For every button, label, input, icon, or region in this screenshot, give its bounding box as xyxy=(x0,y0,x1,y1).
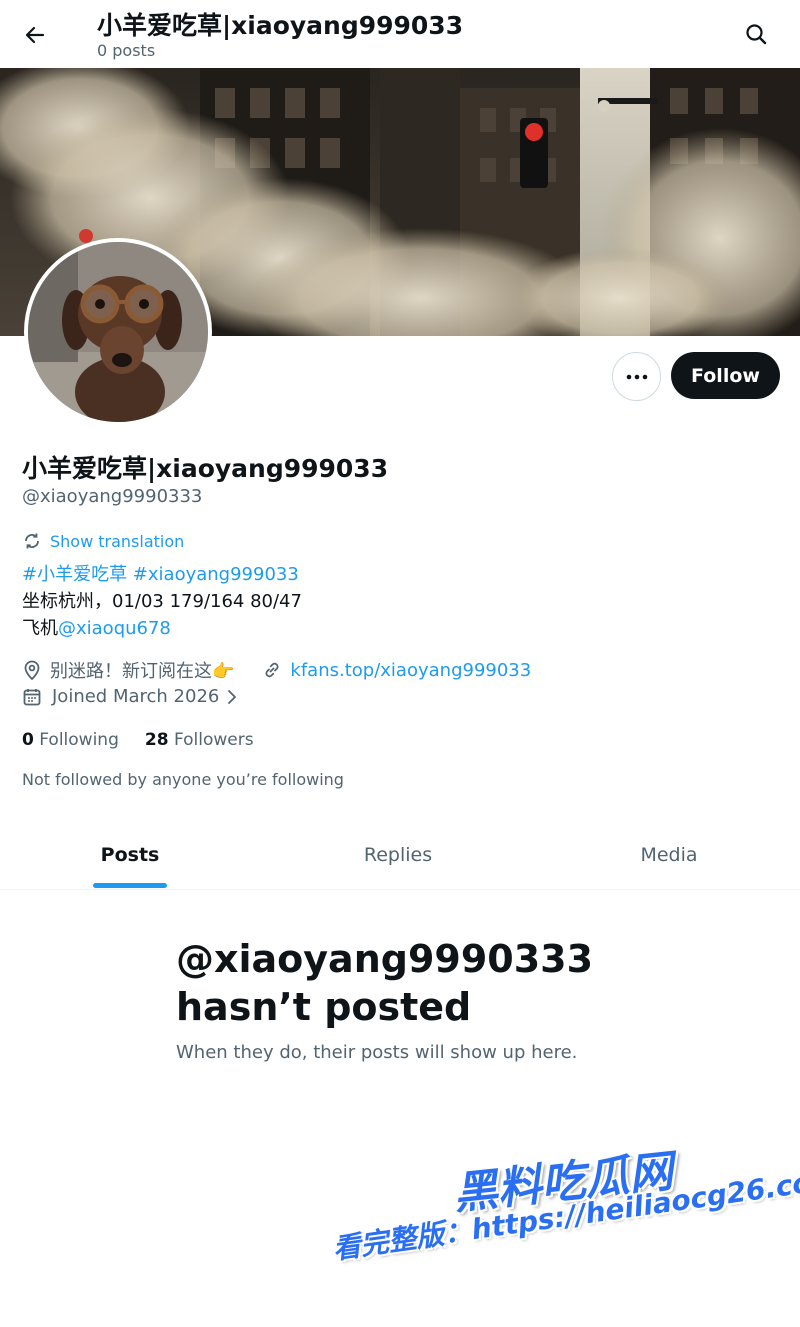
tab-replies[interactable]: Replies xyxy=(268,820,528,889)
avatar[interactable] xyxy=(24,238,212,426)
tab-posts[interactable]: Posts xyxy=(0,820,260,889)
not-followed-note: Not followed by anyone you’re following xyxy=(22,770,344,789)
followers-label: Followers xyxy=(173,730,254,750)
profile-website-link[interactable]: kfans.top/xiaoyang999033 xyxy=(290,660,531,681)
profile-location: 别迷路！新订阅在这👉 xyxy=(50,661,235,682)
calendar-icon xyxy=(23,688,41,705)
avatar-image xyxy=(28,242,208,422)
following-link[interactable]: 0 Following xyxy=(22,730,119,750)
joined-date: Joined March 2026 xyxy=(52,686,220,707)
following-label: Following xyxy=(39,730,119,750)
profile-tabs: Posts Replies Media xyxy=(0,820,800,890)
post-count: 0 posts xyxy=(97,41,156,60)
profile-meta-row: 别迷路！新订阅在这👉 kfans.top/xiaoyang999033 xyxy=(22,657,531,683)
header-title: 小羊爱吃草|xiaoyang999033 xyxy=(97,11,464,40)
show-translation-label: Show translation xyxy=(50,531,185,551)
search-icon xyxy=(746,24,767,45)
profile-handle: @xiaoyang9990333 xyxy=(22,486,203,507)
bio-mention-link[interactable]: @xiaoqu678 xyxy=(58,618,171,639)
follow-stats: 0 Following 28 Followers xyxy=(22,730,254,750)
back-button[interactable] xyxy=(14,14,56,56)
bio-line: 坐标杭州，01/03 179/164 80/47 xyxy=(22,591,302,612)
empty-state-handle: @xiaoyang9990333 xyxy=(176,937,594,981)
followers-link[interactable]: 28 Followers xyxy=(145,730,254,750)
profile-name: 小羊爱吃草|xiaoyang999033 xyxy=(22,454,389,483)
translate-icon xyxy=(25,533,39,549)
active-tab-indicator xyxy=(93,883,167,888)
follow-button[interactable]: Follow xyxy=(671,352,780,399)
location-pin-icon xyxy=(24,660,40,681)
followers-count: 28 xyxy=(144,730,169,750)
chevron-right-icon xyxy=(228,689,237,704)
following-count: 0 xyxy=(22,730,34,750)
tab-media[interactable]: Media xyxy=(538,820,800,889)
more-options-button[interactable] xyxy=(612,352,661,401)
show-translation-button[interactable]: Show translation xyxy=(22,531,184,551)
bio-contact-prefix: 飞机 xyxy=(22,618,58,639)
arrow-left-icon xyxy=(25,26,45,44)
top-bar: 小羊爱吃草|xiaoyang999033 0 posts xyxy=(0,0,800,68)
empty-state-title: @xiaoyang9990333 hasn’t posted xyxy=(176,935,593,1031)
search-button[interactable] xyxy=(734,12,778,56)
empty-state-message: When they do, their posts will show up h… xyxy=(176,1042,578,1063)
empty-state-heading: hasn’t posted xyxy=(176,985,472,1029)
link-icon xyxy=(265,662,279,678)
joined-date-row[interactable]: Joined March 2026 xyxy=(22,686,237,707)
bio-hashtags[interactable]: #小羊爱吃草 #xiaoyang999033 xyxy=(22,560,299,586)
bio-contact-line: 飞机@xiaoqu678 xyxy=(22,614,171,640)
more-dots-icon xyxy=(626,374,647,379)
